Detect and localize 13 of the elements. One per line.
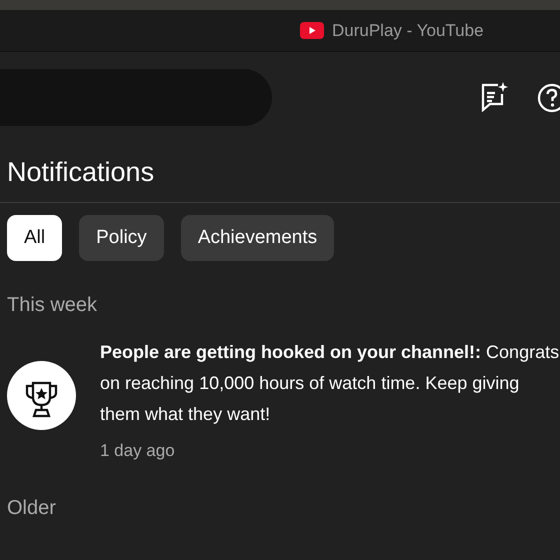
feedback-icon[interactable] xyxy=(480,82,509,112)
section-title: Older xyxy=(7,496,56,520)
help-icon[interactable] xyxy=(537,83,560,113)
notification-message: People are getting hooked on your channel!: Congrats on reaching 10,000 hours of watch time. Keep giving them what they want! xyxy=(100,341,560,426)
window-title: DuruPlay - YouTube xyxy=(332,20,484,42)
filter-chip[interactable]: All xyxy=(7,215,62,261)
trophy-icon xyxy=(7,361,76,430)
notification-time: 1 day ago xyxy=(100,440,175,462)
play-logo-icon xyxy=(300,22,324,39)
section-title: This week xyxy=(7,293,98,318)
filter-chip[interactable]: Policy xyxy=(79,215,164,261)
filter-chip[interactable]: Achievements xyxy=(180,215,334,261)
page-heading: Notifications xyxy=(7,156,156,189)
